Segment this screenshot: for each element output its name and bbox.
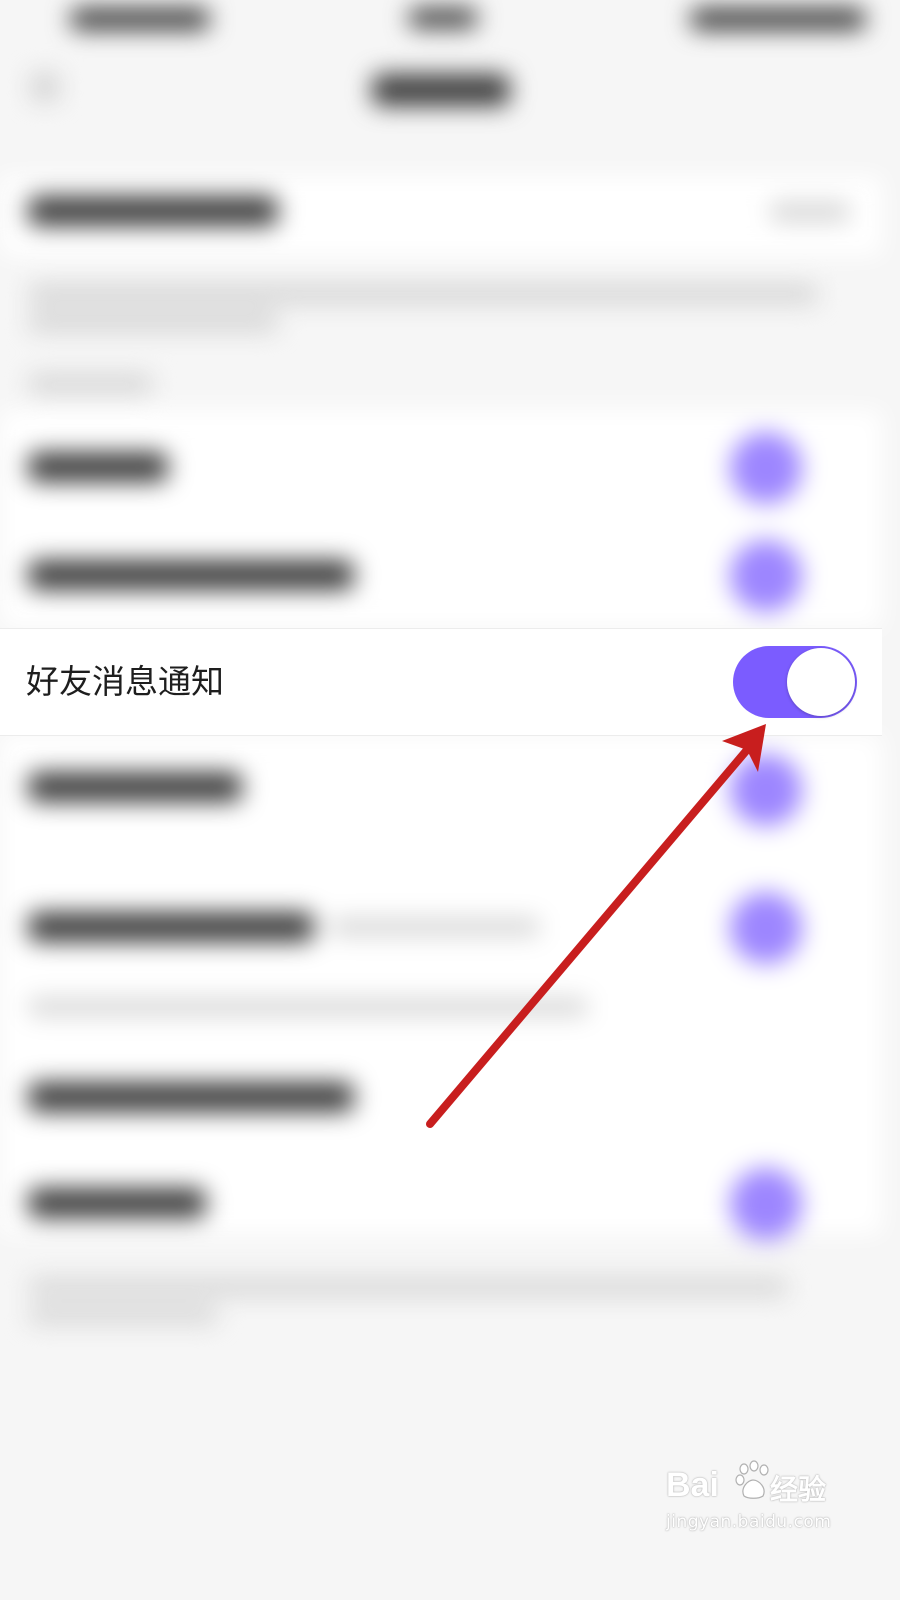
nav-title-blur <box>372 74 510 106</box>
toggle-blur <box>730 754 802 826</box>
baidu-paw-icon <box>735 1460 769 1499</box>
toggle-blur <box>730 432 802 504</box>
baidu-jingyan-watermark: Bai 经验 jingyan.baidu.com <box>666 1460 836 1548</box>
friend-message-notification-toggle[interactable] <box>733 646 857 718</box>
row-hint-blur <box>330 918 540 936</box>
friend-message-notification-row[interactable]: 好友消息通知 <box>0 628 882 736</box>
status-bar-blur <box>690 8 866 30</box>
row-label-blur <box>28 912 314 942</box>
friend-message-notification-label: 好友消息通知 <box>26 662 224 701</box>
row-label-blur <box>28 560 354 590</box>
toggle-blur <box>730 540 802 612</box>
description-blur <box>28 998 588 1016</box>
status-bar-blur <box>408 8 478 28</box>
watermark-logo-text: Bai <box>666 1466 719 1504</box>
row-label-blur <box>28 1082 354 1112</box>
blurred-background <box>0 0 882 1568</box>
section-header-blur <box>28 374 153 394</box>
row-label-blur <box>28 196 278 226</box>
description-blur <box>28 284 818 304</box>
toggle-blur <box>730 892 802 964</box>
description-blur <box>28 1306 218 1324</box>
watermark-url: jingyan.baidu.com <box>666 1512 832 1532</box>
row-label-blur <box>28 772 242 802</box>
watermark-jingyan-text: 经验 <box>770 1473 827 1506</box>
toggle-knob <box>787 648 855 716</box>
toggle-blur <box>730 1168 802 1240</box>
back-icon <box>30 72 60 102</box>
description-blur <box>28 1278 788 1296</box>
row-label-blur <box>28 452 168 482</box>
status-bar-blur <box>70 8 210 30</box>
row-value-blur <box>770 202 850 222</box>
row-label-blur <box>28 1188 206 1218</box>
description-blur <box>28 312 278 332</box>
